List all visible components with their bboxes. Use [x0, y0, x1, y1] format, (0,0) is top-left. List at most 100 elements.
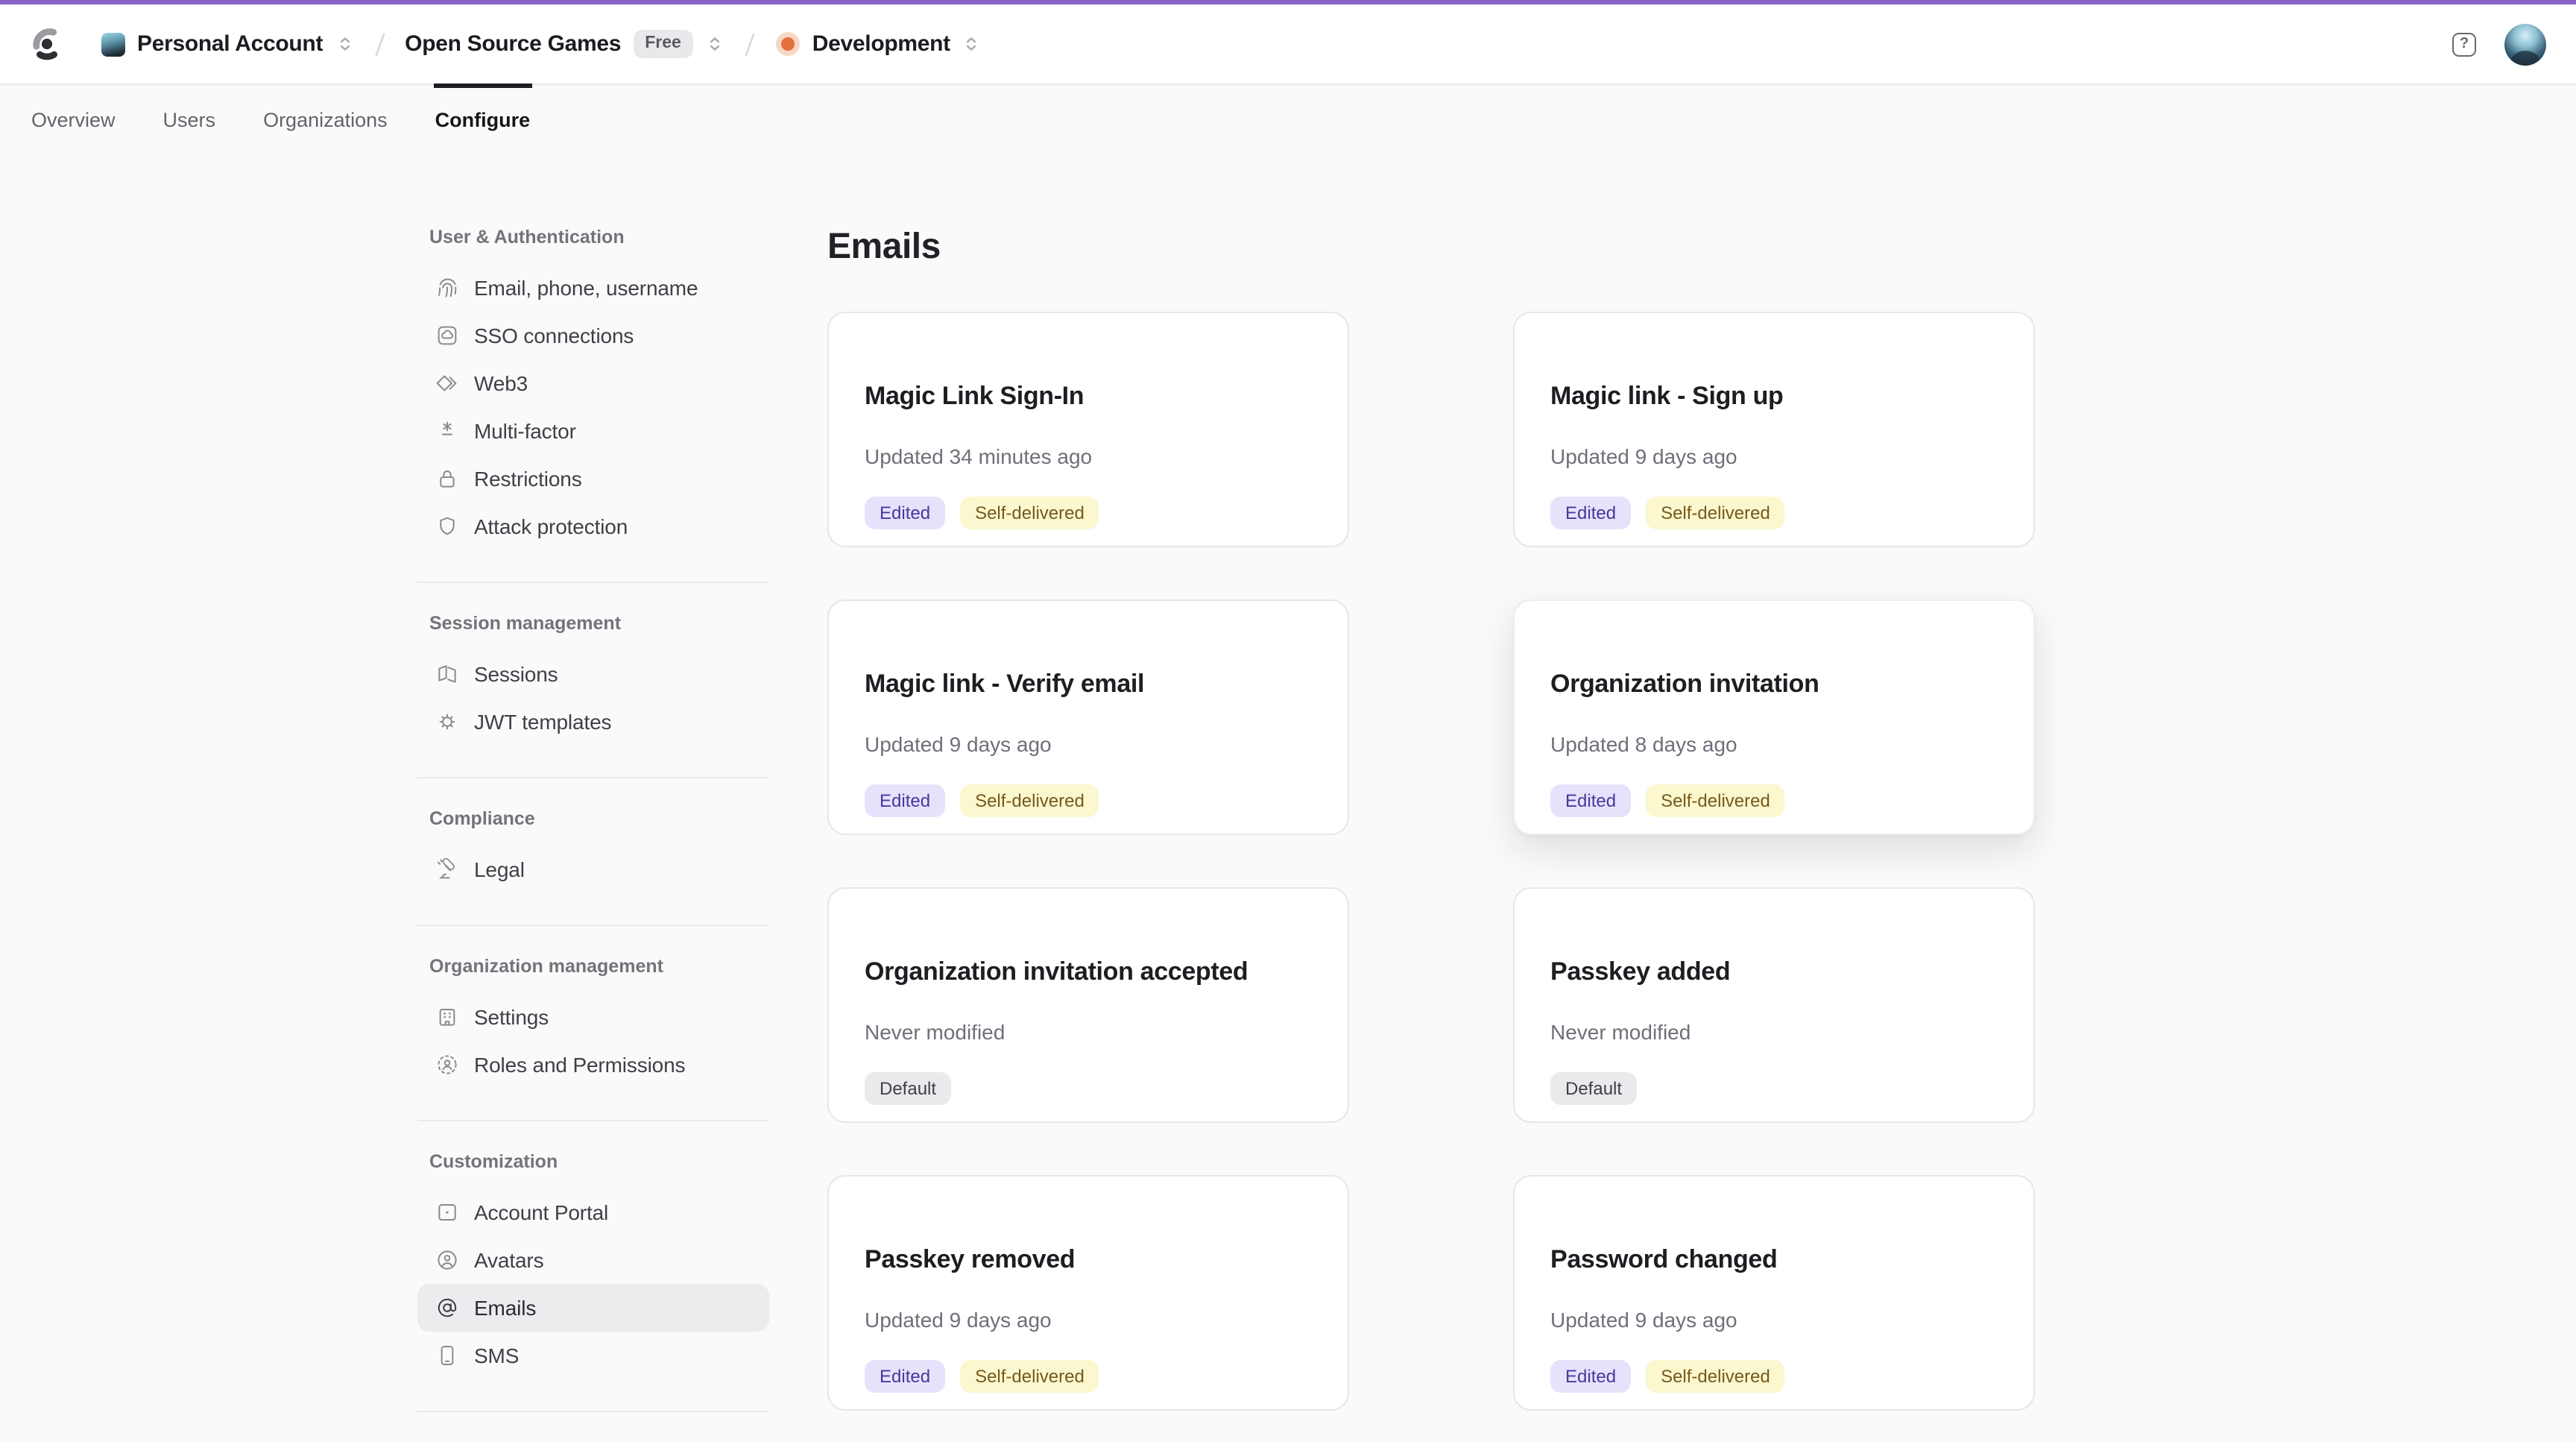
sidebar-item-attack-protection[interactable]: Attack protection	[417, 503, 769, 550]
sidebar-item-label: Multi-factor	[474, 419, 576, 443]
tab-configure[interactable]: Configure	[434, 85, 532, 155]
user-circle-icon	[435, 1248, 459, 1272]
app-root: Personal Account Open Source Games Free	[0, 0, 2576, 1439]
sidebar-item-web3[interactable]: Web3	[417, 359, 769, 407]
card-title: Magic link - Verify email	[865, 666, 1312, 700]
sidebar-item-account-portal[interactable]: Account Portal	[417, 1188, 769, 1236]
edited-badge: Edited	[1550, 496, 1631, 529]
email-card-organization-invitation[interactable]: Organization invitation Updated 8 days a…	[1513, 599, 2035, 835]
card-title: Organization invitation accepted	[865, 954, 1312, 988]
card-status: Updated 9 days ago	[865, 730, 1312, 758]
primary-tabbar: Overview Users Organizations Configure	[0, 85, 2576, 155]
self-delivered-badge: Self-delivered	[1646, 1359, 1785, 1392]
tab-users[interactable]: Users	[162, 85, 218, 155]
card-status: Updated 9 days ago	[1550, 1306, 1998, 1334]
user-avatar[interactable]	[2504, 23, 2546, 65]
sidebar-item-label: Emails	[474, 1296, 536, 1320]
sidebar-divider	[417, 1120, 769, 1121]
plan-badge: Free	[633, 30, 693, 58]
sidebar-divider	[417, 925, 769, 926]
emails-panel: Emails Magic Link Sign-In Updated 34 min…	[827, 227, 2035, 1411]
organization-name: Open Source Games	[405, 31, 621, 57]
sidebar-item-multi-factor[interactable]: Multi-factor	[417, 407, 769, 455]
sidebar-item-label: JWT templates	[474, 710, 611, 734]
sidebar-item-settings[interactable]: Settings	[417, 993, 769, 1041]
sidebar-item-legal[interactable]: Legal	[417, 846, 769, 893]
edited-badge: Edited	[1550, 1359, 1631, 1392]
web3-diamond-icon	[435, 371, 459, 395]
card-status: Updated 34 minutes ago	[865, 442, 1312, 470]
email-card-passkey-added[interactable]: Passkey added Never modified Default	[1513, 887, 2035, 1123]
tab-overview[interactable]: Overview	[30, 85, 117, 155]
email-card-passkey-removed[interactable]: Passkey removed Updated 9 days ago Edite…	[827, 1175, 1349, 1411]
at-sign-icon	[435, 1296, 459, 1320]
card-badges: Edited Self-delivered	[865, 784, 1312, 816]
chevron-updown-icon	[962, 34, 982, 54]
page-title: Emails	[827, 227, 2035, 268]
sidebar-item-sms[interactable]: SMS	[417, 1332, 769, 1379]
fingerprint-icon	[435, 276, 459, 300]
email-card-password-changed[interactable]: Password changed Updated 9 days ago Edit…	[1513, 1175, 2035, 1411]
section-label-organization-management: Organization management	[429, 956, 769, 977]
card-badges: Edited Self-delivered	[1550, 496, 1998, 529]
chevron-updown-icon	[335, 34, 354, 54]
sidebar-item-sso-connections[interactable]: SSO connections	[417, 312, 769, 359]
environment-name: Development	[812, 31, 950, 57]
sidebar-item-label: Avatars	[474, 1248, 543, 1272]
email-card-organization-invitation-accepted[interactable]: Organization invitation accepted Never m…	[827, 887, 1349, 1123]
self-delivered-badge: Self-delivered	[960, 496, 1099, 529]
account-name: Personal Account	[137, 31, 323, 57]
card-title: Magic link - Sign up	[1550, 378, 1998, 412]
breadcrumb-organization[interactable]: Open Source Games Free	[405, 30, 724, 58]
card-badges: Edited Self-delivered	[1550, 784, 1998, 816]
sidebar-divider	[417, 777, 769, 778]
tab-organizations[interactable]: Organizations	[262, 85, 389, 155]
breadcrumb-environment[interactable]: Development	[775, 31, 982, 57]
card-badges: Default	[865, 1071, 1312, 1104]
self-delivered-badge: Self-delivered	[960, 784, 1099, 816]
account-avatar	[101, 32, 125, 56]
sidebar-item-label: Settings	[474, 1005, 549, 1029]
sidebar-item-avatars[interactable]: Avatars	[417, 1236, 769, 1284]
breadcrumb-slash	[739, 29, 760, 59]
self-delivered-badge: Self-delivered	[1646, 496, 1785, 529]
browser-window-icon	[435, 1200, 459, 1224]
email-card-magic-link-verify-email[interactable]: Magic link - Verify email Updated 9 days…	[827, 599, 1349, 835]
gavel-icon	[435, 857, 459, 881]
card-title: Passkey added	[1550, 954, 1998, 988]
email-card-magic-link-sign-up[interactable]: Magic link - Sign up Updated 9 days ago …	[1513, 312, 2035, 547]
phone-icon	[435, 1344, 459, 1367]
section-label-compliance: Compliance	[429, 808, 769, 829]
sidebar-item-emails[interactable]: Emails	[417, 1284, 769, 1332]
sidebar-item-restrictions[interactable]: Restrictions	[417, 455, 769, 503]
lock-icon	[435, 467, 459, 491]
sidebar-item-label: SSO connections	[474, 324, 634, 347]
shield-icon	[435, 514, 459, 538]
sidebar-item-jwt-templates[interactable]: JWT templates	[417, 698, 769, 746]
sidebar-item-roles-permissions[interactable]: Roles and Permissions	[417, 1041, 769, 1089]
sidebar-divider	[417, 582, 769, 583]
default-badge: Default	[1550, 1071, 1637, 1104]
self-delivered-badge: Self-delivered	[960, 1359, 1099, 1392]
gear-icon	[435, 710, 459, 734]
sidebar-item-label: Email, phone, username	[474, 276, 698, 300]
section-label-session-management: Session management	[429, 613, 769, 634]
card-badges: Default	[1550, 1071, 1998, 1104]
sidebar-item-sessions[interactable]: Sessions	[417, 650, 769, 698]
roles-icon	[435, 1053, 459, 1077]
card-status: Updated 9 days ago	[1550, 442, 1998, 470]
sidebar-item-label: Restrictions	[474, 467, 582, 491]
sidebar-item-label: Attack protection	[474, 514, 628, 538]
sidebar-item-label: Sessions	[474, 662, 558, 686]
email-template-grid: Magic Link Sign-In Updated 34 minutes ag…	[827, 312, 2035, 1411]
email-card-magic-link-sign-in[interactable]: Magic Link Sign-In Updated 34 minutes ag…	[827, 312, 1349, 547]
content-area: User & Authentication Email, phone, user…	[0, 155, 2576, 1442]
breadcrumb-personal-account[interactable]: Personal Account	[101, 31, 354, 57]
asterisk-icon	[435, 419, 459, 443]
card-title: Passkey removed	[865, 1241, 1312, 1276]
card-title: Password changed	[1550, 1241, 1998, 1276]
help-button[interactable]: ?	[2452, 32, 2476, 56]
sidebar-item-email-phone-username[interactable]: Email, phone, username	[417, 264, 769, 312]
sso-cloud-icon	[435, 324, 459, 347]
edited-badge: Edited	[865, 1359, 945, 1392]
